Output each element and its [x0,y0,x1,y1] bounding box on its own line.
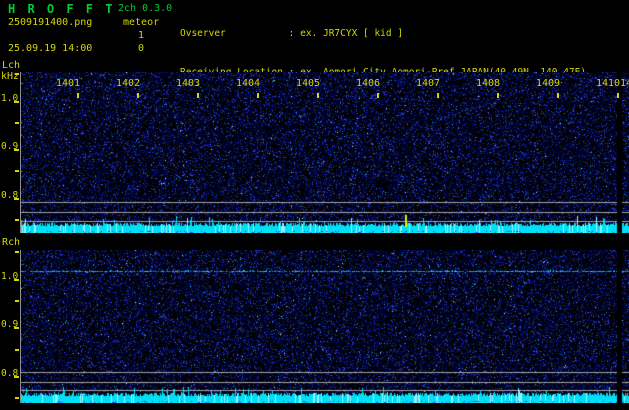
observer-line: Ovserver : ex. JR7CYX [ kid ] [180,27,615,40]
lch-axis-title: Lch [2,60,20,71]
freq-minor-tick-Rch [15,300,19,302]
freq-tick-label-Lch: 0.9 [1,141,18,152]
freq-major-tick-Rch [14,376,19,378]
freq-minor-tick-Rch [15,349,19,351]
hrofft-screen: { "app": { "title": "H R O F F T", "vers… [0,0,629,410]
freq-minor-tick-Rch [15,397,19,399]
freq-tick-label-Rch: 1.0 [1,271,18,282]
rch-meteor-count: 0 [134,43,148,55]
freq-tick-label-Lch: 0.8 [1,190,18,201]
app-version: 2ch 0.3.0 [118,3,172,15]
output-filename: 2509191400.png [8,17,92,29]
mode-label: meteor [123,17,159,29]
freq-minor-tick-Lch [15,122,19,124]
freq-minor-tick-Lch [15,170,19,172]
freq-tick-label-Rch: 0.9 [1,319,18,330]
lch-meteor-count: 1 [134,30,148,42]
app-title: H R O F F T [8,2,115,16]
lch-axis-unit: kHz [1,71,19,82]
freq-tick-label-Lch: 1.0 [1,93,18,104]
freq-major-tick-Lch [14,198,19,200]
freq-major-tick-Lch [14,149,19,151]
freq-major-tick-Rch [14,327,19,329]
rch-spectrogram [21,250,629,403]
freq-major-tick-Rch [14,279,19,281]
freq-minor-tick-Lch [15,219,19,221]
freq-tick-label-Rch: 0.8 [1,368,18,379]
freq-major-tick-Lch [14,101,19,103]
freq-minor-tick-Rch [15,251,19,253]
timestamp: 25.09.19 14:00 [8,43,92,55]
rch-axis-title: Rch [2,237,20,248]
lch-spectrogram [21,72,629,233]
